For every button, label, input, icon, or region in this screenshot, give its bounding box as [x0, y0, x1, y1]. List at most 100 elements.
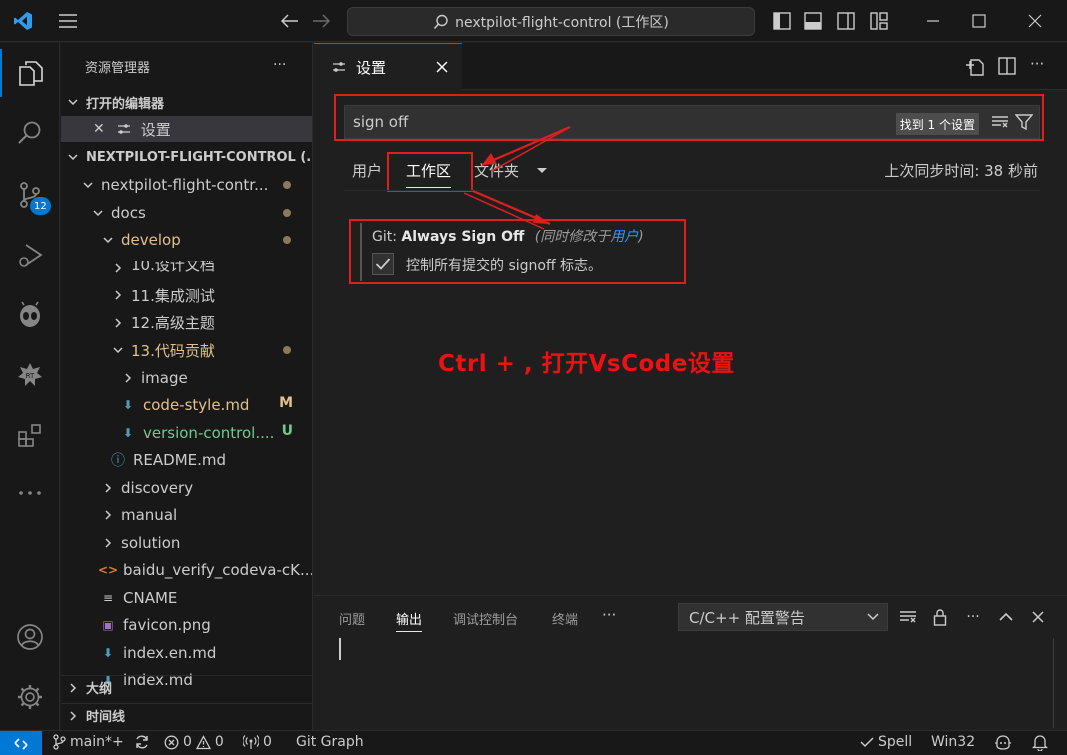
- notifications-bell-icon[interactable]: [1032, 734, 1048, 751]
- open-editor-settings[interactable]: ✕ 设置: [61, 116, 312, 142]
- command-center-search[interactable]: nextpilot-flight-control (工作区): [347, 7, 755, 36]
- tree-item[interactable]: ⬇ code-style.md M: [61, 392, 312, 418]
- folder-dropdown-icon[interactable]: [536, 167, 548, 175]
- panel-tab-problems[interactable]: 问题: [339, 609, 365, 628]
- setting-description: 控制所有提交的 signoff 标志。: [406, 258, 603, 274]
- tree-item[interactable]: image: [61, 365, 312, 391]
- sync-icon[interactable]: [134, 734, 150, 750]
- maximize-icon[interactable]: [968, 10, 990, 32]
- toggle-primary-sidebar-icon[interactable]: [771, 10, 793, 32]
- back-arrow-icon[interactable]: [279, 10, 301, 32]
- filter-icon[interactable]: [1015, 113, 1033, 131]
- tree-item[interactable]: manual: [61, 502, 312, 528]
- platformio-alien-icon[interactable]: [0, 291, 60, 339]
- timeline-header[interactable]: 时间线: [61, 703, 312, 727]
- editor-more-icon[interactable]: ···: [1030, 55, 1044, 73]
- forward-arrow-icon[interactable]: [310, 10, 332, 32]
- tree-item-label: baidu_verify_codeva-cK...: [123, 561, 313, 579]
- modified-note: (同时修改于: [534, 229, 611, 245]
- maximize-panel-icon[interactable]: [997, 608, 1015, 626]
- chevron-right-icon: [121, 371, 135, 385]
- open-settings-json-icon[interactable]: [965, 57, 985, 77]
- setting-title: Git: Always Sign Off (同时修改于用户): [372, 226, 644, 246]
- tree-item[interactable]: docs: [61, 200, 312, 226]
- tree-item[interactable]: nextpilot-flight-contr...: [61, 172, 312, 198]
- platform-label[interactable]: Win32: [931, 734, 975, 750]
- explorer-more-icon[interactable]: ···: [273, 57, 286, 73]
- scope-tab-user[interactable]: 用户: [352, 160, 382, 181]
- tree-item[interactable]: discovery: [61, 475, 312, 501]
- close-panel-icon[interactable]: [1029, 608, 1047, 626]
- manage-gear-icon[interactable]: [0, 673, 60, 721]
- extensions-icon[interactable]: [0, 411, 60, 459]
- panel-more-icon[interactable]: ···: [602, 606, 616, 624]
- activity-bar: 12 RT: [0, 43, 60, 730]
- account-icon[interactable]: [0, 613, 60, 661]
- rt-thread-icon[interactable]: RT: [0, 351, 60, 399]
- open-editors-header[interactable]: 打开的编辑器: [61, 90, 312, 114]
- panel-actions-more-icon[interactable]: ···: [964, 608, 982, 626]
- git-graph-button[interactable]: Git Graph: [296, 734, 364, 750]
- search-view-icon[interactable]: [0, 109, 60, 157]
- tree-item[interactable]: ▣ favicon.png: [61, 612, 312, 638]
- shortcut-annotation: Ctrl + , 打开VsCode设置: [438, 351, 735, 377]
- explorer-icon[interactable]: [0, 49, 60, 97]
- branch-name: main*+: [70, 734, 124, 750]
- settings-tab[interactable]: 设置: [314, 43, 462, 90]
- toggle-secondary-sidebar-icon[interactable]: [835, 10, 857, 32]
- settings-sliders-icon: [117, 123, 131, 135]
- tree-item[interactable]: develop: [61, 227, 312, 253]
- panel-scrollbar[interactable]: [1053, 638, 1054, 728]
- spell-status[interactable]: Spell: [860, 734, 912, 750]
- tree-item[interactable]: ⬇ version-control.... U: [61, 420, 312, 446]
- toggle-panel-icon[interactable]: [802, 10, 824, 32]
- error-count: 0: [183, 734, 192, 750]
- more-views-icon[interactable]: [0, 469, 60, 517]
- scope-tab-folder[interactable]: 文件夹: [474, 160, 519, 181]
- lock-scroll-icon[interactable]: [931, 608, 949, 626]
- always-sign-off-checkbox[interactable]: [372, 253, 394, 275]
- settings-tab-label: 设置: [356, 58, 387, 77]
- tree-item[interactable]: solution: [61, 530, 312, 556]
- tree-item[interactable]: ⓘ README.md: [61, 447, 312, 473]
- tree-item-label: develop: [121, 231, 181, 249]
- menu-icon[interactable]: [57, 10, 79, 32]
- clear-filter-icon[interactable]: [991, 115, 1009, 129]
- split-editor-icon[interactable]: [998, 57, 1016, 75]
- ports-status[interactable]: 0: [243, 734, 272, 750]
- source-control-icon[interactable]: 12: [0, 171, 60, 219]
- modified-in-user-link[interactable]: 用户: [610, 229, 638, 245]
- workspace-header[interactable]: NEXTPILOT-FLIGHT-CONTROL (...: [61, 145, 312, 169]
- problems-status[interactable]: 0 0: [164, 734, 224, 750]
- tree-item[interactable]: 13.代码贡献: [61, 337, 312, 363]
- chevron-right-icon: [111, 316, 125, 330]
- run-and-debug-icon[interactable]: [0, 231, 60, 279]
- customize-layout-icon[interactable]: [868, 10, 890, 32]
- scope-tab-workspace[interactable]: 工作区: [406, 160, 452, 188]
- settings-search-input[interactable]: sign off 找到 1 个设置: [344, 105, 1040, 139]
- scope-tabs-divider: [344, 190, 1040, 191]
- tree-item[interactable]: 10.设计文档: [61, 261, 312, 275]
- outline-header[interactable]: 大纲: [61, 675, 312, 699]
- chevron-down-icon: [81, 178, 95, 192]
- tree-item[interactable]: ⬇ index.en.md: [61, 640, 312, 666]
- clear-output-icon[interactable]: [899, 608, 917, 626]
- tree-item[interactable]: <> baidu_verify_codeva-cK...: [61, 557, 313, 583]
- panel-tab-debug-console[interactable]: 调试控制台: [453, 609, 518, 628]
- tree-item[interactable]: ≡ CNAME: [61, 585, 312, 611]
- output-channel-select[interactable]: C/C++ 配置警告: [678, 603, 888, 631]
- branch-status[interactable]: main*+: [52, 734, 150, 750]
- remote-indicator[interactable]: [0, 731, 42, 755]
- panel-tab-output[interactable]: 输出: [396, 609, 423, 632]
- close-editor-icon[interactable]: ✕: [93, 121, 105, 137]
- panel-tab-terminal[interactable]: 终端: [552, 609, 578, 628]
- close-tab-icon[interactable]: [436, 61, 448, 73]
- tree-item[interactable]: 12.高级主题: [61, 310, 312, 336]
- chevron-right-icon: [66, 709, 80, 723]
- chevron-right-icon: [101, 481, 115, 495]
- close-window-icon[interactable]: [1024, 10, 1046, 32]
- minimize-icon[interactable]: [922, 10, 944, 32]
- tree-item[interactable]: 11.集成测试: [61, 282, 312, 308]
- explorer-title: 资源管理器: [85, 61, 151, 76]
- copilot-icon[interactable]: [994, 734, 1012, 750]
